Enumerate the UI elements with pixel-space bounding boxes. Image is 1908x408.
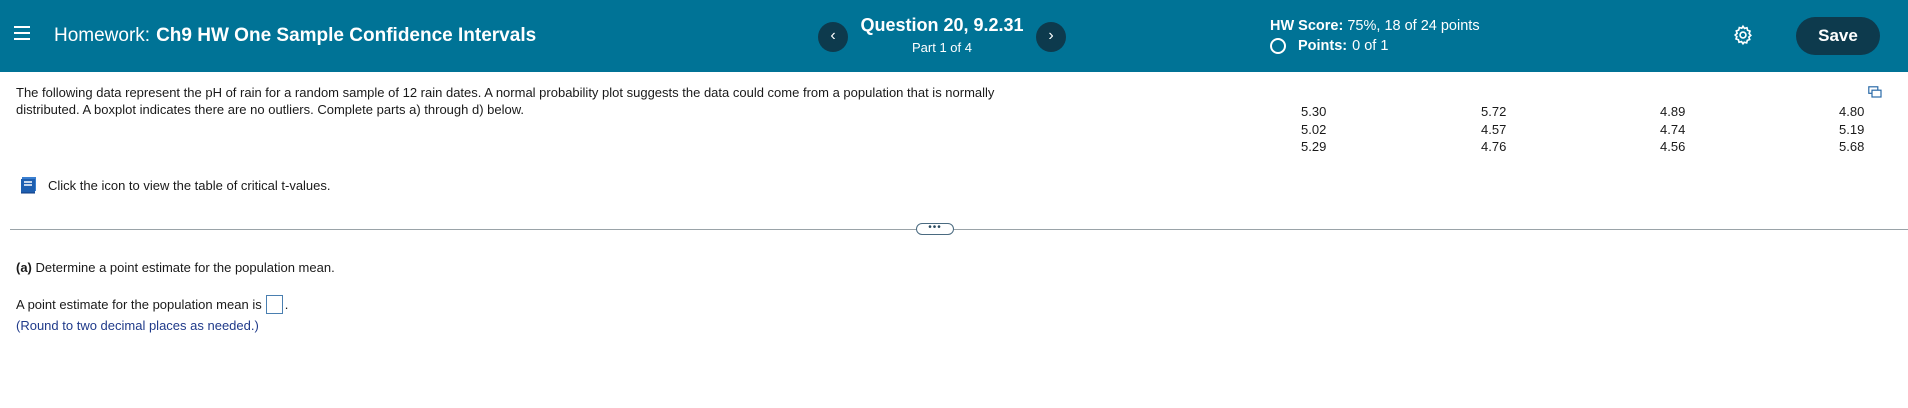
data-value: 5.29 bbox=[1301, 139, 1327, 154]
save-button[interactable]: Save bbox=[1796, 17, 1880, 55]
part-a-question: (a) Determine a point estimate for the p… bbox=[16, 260, 335, 275]
data-value: 4.56 bbox=[1660, 139, 1686, 154]
data-value: 5.02 bbox=[1301, 121, 1327, 137]
points-status: Points: 0 of 1 bbox=[1270, 38, 1388, 54]
data-value: 4.76 bbox=[1481, 139, 1507, 154]
homework-prefix: Homework: bbox=[54, 25, 151, 46]
question-title: Question 20, 9.2.31 bbox=[860, 15, 1024, 35]
answer-suffix: . bbox=[284, 297, 289, 312]
part-a-label: (a) bbox=[16, 260, 32, 275]
data-column-3: 4.89 4.74 4.56 bbox=[1660, 103, 1685, 156]
copy-data-icon[interactable] bbox=[1868, 86, 1882, 98]
next-question-button[interactable]: › bbox=[1036, 22, 1066, 52]
problem-line-2: distributed. A boxplot indicates there a… bbox=[16, 102, 525, 117]
homework-name: Ch9 HW One Sample Confidence Intervals bbox=[156, 25, 537, 46]
answer-line: A point estimate for the population mean… bbox=[16, 295, 288, 314]
data-column-1: 5.30 5.02 5.29 bbox=[1301, 103, 1326, 156]
answer-prompt: A point estimate for the population mean… bbox=[16, 297, 262, 312]
gear-icon[interactable] bbox=[1732, 24, 1754, 46]
data-value: 4.57 bbox=[1481, 121, 1507, 137]
problem-statement: The following data represent the pH of r… bbox=[16, 84, 1096, 118]
expand-button[interactable]: ••• bbox=[916, 223, 954, 235]
points-value: 0 of 1 bbox=[1352, 38, 1389, 54]
hw-score-label: HW Score: bbox=[1270, 18, 1344, 34]
part-a-text: Determine a point estimate for the popul… bbox=[35, 260, 335, 275]
data-value: 5.30 bbox=[1301, 104, 1327, 119]
hw-score-value: 75%, 18 of 24 points bbox=[1347, 18, 1480, 34]
hamburger-menu-icon[interactable] bbox=[14, 26, 30, 40]
rounding-instruction: (Round to two decimal places as needed.) bbox=[16, 318, 259, 333]
point-estimate-input[interactable] bbox=[265, 295, 283, 314]
top-header-bar: Homework: Ch9 HW One Sample Confidence In… bbox=[0, 0, 1908, 72]
homework-title: Homework: Ch9 HW One Sample Confidence In… bbox=[54, 25, 536, 47]
book-icon[interactable] bbox=[18, 175, 40, 195]
section-divider bbox=[10, 229, 1908, 230]
data-value: 4.80 bbox=[1839, 104, 1865, 119]
previous-question-button[interactable]: ‹ bbox=[818, 22, 848, 52]
t-table-link: Click the icon to view the table of crit… bbox=[18, 175, 331, 195]
data-value: 5.72 bbox=[1481, 104, 1507, 119]
data-value: 4.89 bbox=[1660, 104, 1686, 119]
data-value: 5.19 bbox=[1839, 121, 1865, 137]
data-value: 5.68 bbox=[1839, 139, 1865, 154]
data-value: 4.74 bbox=[1660, 121, 1686, 137]
data-column-2: 5.72 4.57 4.76 bbox=[1481, 103, 1506, 156]
hw-score: HW Score: 75%, 18 of 24 points bbox=[1270, 18, 1480, 34]
points-circle-icon bbox=[1270, 38, 1286, 54]
points-label: Points: bbox=[1298, 38, 1348, 54]
t-table-text: Click the icon to view the table of crit… bbox=[48, 177, 331, 193]
question-part: Part 1 of 4 bbox=[912, 40, 972, 55]
data-column-4: 4.80 5.19 5.68 bbox=[1839, 103, 1864, 156]
problem-line-1: The following data represent the pH of r… bbox=[16, 85, 995, 100]
